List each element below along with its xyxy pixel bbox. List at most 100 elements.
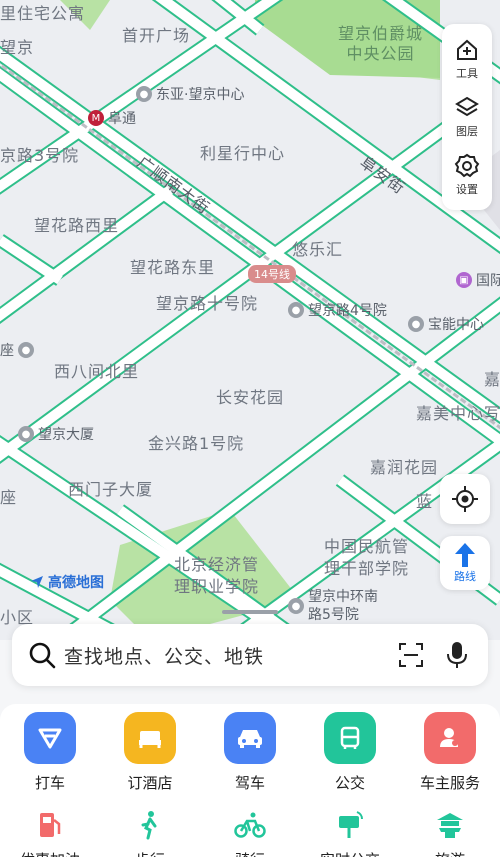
map-label: 长安花园 <box>216 388 285 407</box>
logo-text: 高德地图 <box>48 575 104 591</box>
location-pin-icon: ● <box>408 316 424 332</box>
scan-icon <box>399 643 423 667</box>
settings-label: 设置 <box>456 183 478 196</box>
layers-button[interactable]: 图层 <box>442 88 492 146</box>
poi-zuo[interactable]: 座 ● <box>0 340 34 360</box>
map-toolbar: 工具 图层 设置 <box>442 24 492 210</box>
poi-label: 阜通 <box>108 111 136 127</box>
quick-action-cycle[interactable]: 骑行 <box>205 807 295 857</box>
poi-wangjing4[interactable]: ● 望京路4号院 <box>288 300 387 320</box>
map-label: 望京 <box>0 38 35 57</box>
quick-action-label: 实时公交 <box>320 849 380 857</box>
gear-icon <box>454 153 480 178</box>
bus-stop-icon <box>332 807 368 843</box>
map-label: 首开广场 <box>122 26 191 45</box>
park-label: 望京伯爵城 中央公园 <box>338 24 424 63</box>
layers-icon <box>455 96 479 117</box>
quick-action-label: 旅游 <box>435 849 465 857</box>
quick-actions-panel: 打车 订酒店 驾车 公交 车主服务 <box>0 704 500 857</box>
search-icon <box>29 642 56 669</box>
locate-button[interactable] <box>440 474 490 524</box>
scan-button[interactable] <box>396 640 426 670</box>
quick-action-hotel[interactable]: 订酒店 <box>105 712 195 793</box>
map-label: 望京路十号院 <box>156 294 259 313</box>
location-pin-icon: ● <box>18 426 34 442</box>
map-label: 蓝 <box>416 492 434 511</box>
poi-label: 座 <box>0 343 14 359</box>
quick-action-bus[interactable]: 公交 <box>305 712 395 793</box>
walk-icon <box>132 807 168 843</box>
quick-action-label: 驾车 <box>234 774 265 792</box>
toolbox-icon <box>457 39 477 60</box>
search-input[interactable]: 查找地点、公交、地铁 <box>64 642 380 669</box>
fuel-pump-icon <box>32 807 68 843</box>
pagoda-icon <box>432 807 468 843</box>
quick-action-label: 优惠加油 <box>20 849 80 857</box>
poi-wangjing-dasha[interactable]: ● 望京大厦 <box>18 424 94 444</box>
quick-action-label: 骑行 <box>235 849 265 857</box>
car-icon <box>224 712 276 764</box>
sheet-drag-handle[interactable] <box>222 610 278 614</box>
logo-arrow-icon <box>31 576 43 588</box>
map-label: 北京经济管 理职业学院 <box>174 555 260 596</box>
map-label: 里住宅公寓 <box>0 4 86 23</box>
search-bar[interactable]: 查找地点、公交、地铁 <box>12 624 488 686</box>
crosshair-icon <box>452 486 478 512</box>
amap-logo: 高德地图 <box>30 572 104 592</box>
quick-action-walk[interactable]: 步行 <box>105 807 195 857</box>
metro-icon: M <box>88 110 104 126</box>
map-label: 座 <box>0 488 18 507</box>
location-pin-icon: ● <box>18 342 34 358</box>
bed-icon <box>124 712 176 764</box>
poi-guoji[interactable]: ▣ 国际 <box>456 270 500 290</box>
tools-label: 工具 <box>456 67 478 80</box>
tools-button[interactable]: 工具 <box>442 30 492 88</box>
poi-label: 望京路4号院 <box>308 303 387 319</box>
taxi-icon <box>24 712 76 764</box>
map-label: 利星行中心 <box>200 144 286 163</box>
quick-action-label: 订酒店 <box>127 774 173 792</box>
microphone-icon <box>447 642 467 668</box>
map-label: 悠乐汇 <box>292 240 344 259</box>
quick-action-label: 步行 <box>135 849 165 857</box>
poi-label: 国际 <box>476 273 500 289</box>
quick-action-fuel[interactable]: 优惠加油 <box>5 807 95 857</box>
map-label: 京路3号院 <box>0 146 80 165</box>
map-label: 西门子大厦 <box>68 480 154 499</box>
poi-label: 宝能中心 <box>428 317 484 333</box>
map-label: 金兴路1号院 <box>148 434 245 453</box>
quick-action-drive[interactable]: 驾车 <box>205 712 295 793</box>
poi-label: 望京中环南 路5号院 <box>308 589 378 623</box>
map-label: 西八间北里 <box>54 362 140 381</box>
car-owner-icon <box>424 712 476 764</box>
quick-action-label: 公交 <box>334 774 365 792</box>
location-pin-icon: ● <box>136 86 152 102</box>
map-label: 嘉 <box>484 370 500 389</box>
voice-button[interactable] <box>442 640 472 670</box>
poi-label: 望京大厦 <box>38 427 94 443</box>
quick-action-car-owner[interactable]: 车主服务 <box>405 712 495 793</box>
quick-action-taxi[interactable]: 打车 <box>5 712 95 793</box>
settings-button[interactable]: 设置 <box>442 146 492 204</box>
quick-action-travel[interactable]: 旅游 <box>405 807 495 857</box>
route-label: 路线 <box>454 570 476 583</box>
quick-action-label: 车主服务 <box>419 774 480 792</box>
poi-dongya[interactable]: ● 东亚·望京中心 <box>136 84 244 104</box>
map-label: 望花路西里 <box>34 216 120 235</box>
location-pin-icon: ● <box>288 302 304 318</box>
location-pin-icon: ● <box>288 598 304 614</box>
map-label: 望花路东里 <box>130 258 216 277</box>
poi-label: 东亚·望京中心 <box>156 87 245 103</box>
quick-action-label: 打车 <box>34 774 65 792</box>
bus-icon <box>324 712 376 764</box>
poi-baoneng[interactable]: ● 宝能中心 <box>408 314 484 334</box>
metro-line-badge: 14号线 <box>248 265 296 283</box>
poi-zhonghuan[interactable]: ● 望京中环南 路5号院 <box>288 588 378 624</box>
map-canvas[interactable]: 里住宅公寓 望京 首开广场 望京伯爵城 中央公园 ● 东亚·望京中心 M 阜通 … <box>0 0 500 640</box>
poi-futong-station[interactable]: M 阜通 <box>88 108 136 128</box>
route-button[interactable]: 路线 <box>440 536 490 590</box>
map-label: 中国民航管 理干部学院 <box>324 537 410 578</box>
map-label: 嘉美中心写 <box>416 404 500 423</box>
map-label: 嘉润花园 <box>370 458 439 477</box>
quick-action-realtime-bus[interactable]: 实时公交 <box>305 807 395 857</box>
